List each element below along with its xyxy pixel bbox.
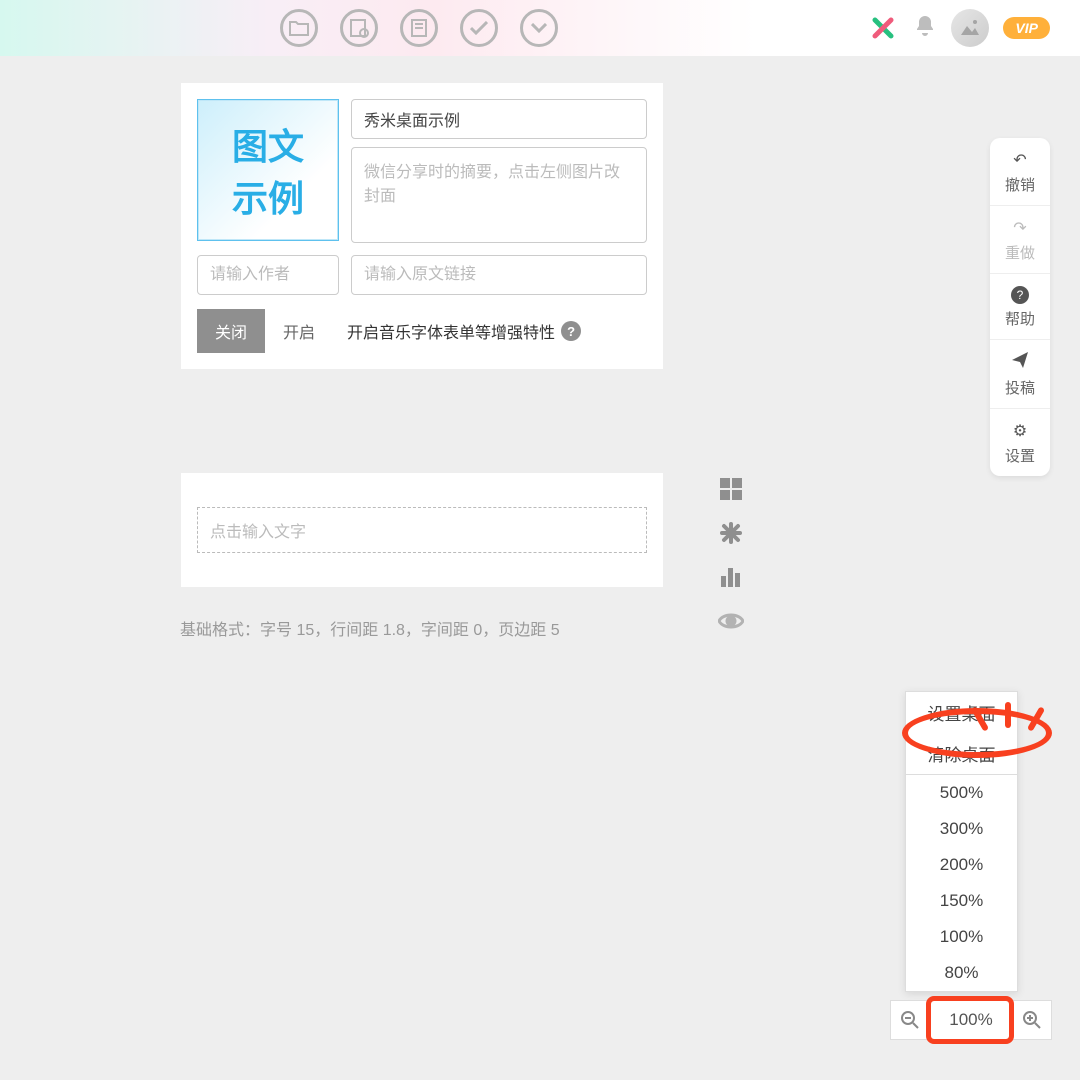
help-icon[interactable]: ? bbox=[561, 321, 581, 341]
undo-button[interactable]: ↶撤销 bbox=[990, 138, 1050, 206]
zoom-level[interactable]: 80% bbox=[906, 955, 1017, 991]
topbar-tools bbox=[280, 9, 558, 47]
vip-badge[interactable]: VIP bbox=[1003, 17, 1050, 39]
zoom-level[interactable]: 150% bbox=[906, 883, 1017, 919]
editor-card: 点击输入文字 bbox=[180, 472, 664, 588]
toggle-off-button[interactable]: 关闭 bbox=[197, 309, 265, 353]
undo-icon: ↶ bbox=[1013, 150, 1026, 170]
summary-textarea[interactable] bbox=[351, 147, 647, 243]
grid-icon[interactable] bbox=[718, 476, 744, 502]
zoom-menu: 设置桌面 清除桌面 500% 300% 200% 150% 100% 80% bbox=[905, 691, 1018, 992]
topbar: VIP bbox=[0, 0, 1080, 56]
zoom-out-button[interactable] bbox=[890, 1000, 930, 1040]
cover-thumbnail[interactable]: 图文 示例 bbox=[197, 99, 339, 241]
editor-sidetools bbox=[718, 476, 744, 634]
bars-icon[interactable] bbox=[718, 564, 744, 590]
save-icon[interactable] bbox=[340, 9, 378, 47]
zoom-bar: 100% bbox=[890, 1000, 1052, 1040]
app-logo-icon[interactable] bbox=[867, 12, 899, 44]
question-icon: ? bbox=[1011, 286, 1029, 304]
gear-icon: ⚙ bbox=[1013, 421, 1027, 441]
editor-placeholder[interactable]: 点击输入文字 bbox=[197, 507, 647, 553]
submit-button[interactable]: 投稿 bbox=[990, 340, 1050, 409]
help-button[interactable]: ?帮助 bbox=[990, 274, 1050, 340]
zoom-level[interactable]: 300% bbox=[906, 811, 1017, 847]
document-icon[interactable] bbox=[400, 9, 438, 47]
paper-plane-icon bbox=[1012, 352, 1028, 373]
dropdown-icon[interactable] bbox=[520, 9, 558, 47]
menu-set-desktop[interactable]: 设置桌面 bbox=[906, 692, 1017, 733]
meta-card: 图文 示例 关闭 开启 开启音乐字体表单等增强特性 ? bbox=[180, 82, 664, 370]
folder-icon[interactable] bbox=[280, 9, 318, 47]
zoom-level[interactable]: 500% bbox=[906, 775, 1017, 811]
topbar-right: VIP bbox=[867, 9, 1050, 47]
enhance-toggle: 关闭 开启 bbox=[197, 309, 333, 353]
zoom-value[interactable]: 100% bbox=[930, 1000, 1012, 1040]
redo-button[interactable]: ↷重做 bbox=[990, 206, 1050, 274]
main-content: 图文 示例 关闭 开启 开启音乐字体表单等增强特性 ? 点击输入文字 基础格 bbox=[180, 82, 664, 640]
redo-icon: ↷ bbox=[1013, 218, 1026, 238]
enhance-label: 开启音乐字体表单等增强特性 ? bbox=[347, 319, 581, 343]
thumb-line2: 示例 bbox=[232, 170, 304, 222]
settings-button[interactable]: ⚙设置 bbox=[990, 409, 1050, 476]
avatar[interactable] bbox=[951, 9, 989, 47]
thumb-line1: 图文 bbox=[232, 118, 304, 170]
right-rail: ↶撤销 ↷重做 ?帮助 投稿 ⚙设置 bbox=[990, 138, 1050, 476]
zoom-level[interactable]: 200% bbox=[906, 847, 1017, 883]
menu-clear-desktop[interactable]: 清除桌面 bbox=[906, 733, 1017, 774]
title-input[interactable] bbox=[351, 99, 647, 139]
check-icon[interactable] bbox=[460, 9, 498, 47]
notifications-icon[interactable] bbox=[913, 14, 937, 43]
author-input[interactable] bbox=[197, 255, 339, 295]
toggle-on-button[interactable]: 开启 bbox=[265, 309, 333, 353]
asterisk-icon[interactable] bbox=[718, 520, 744, 546]
zoom-level[interactable]: 100% bbox=[906, 919, 1017, 955]
source-url-input[interactable] bbox=[351, 255, 647, 295]
zoom-in-button[interactable] bbox=[1012, 1000, 1052, 1040]
eye-icon[interactable] bbox=[718, 608, 744, 634]
format-info: 基础格式：字号 15，行间距 1.8，字间距 0，页边距 5 bbox=[180, 616, 664, 640]
